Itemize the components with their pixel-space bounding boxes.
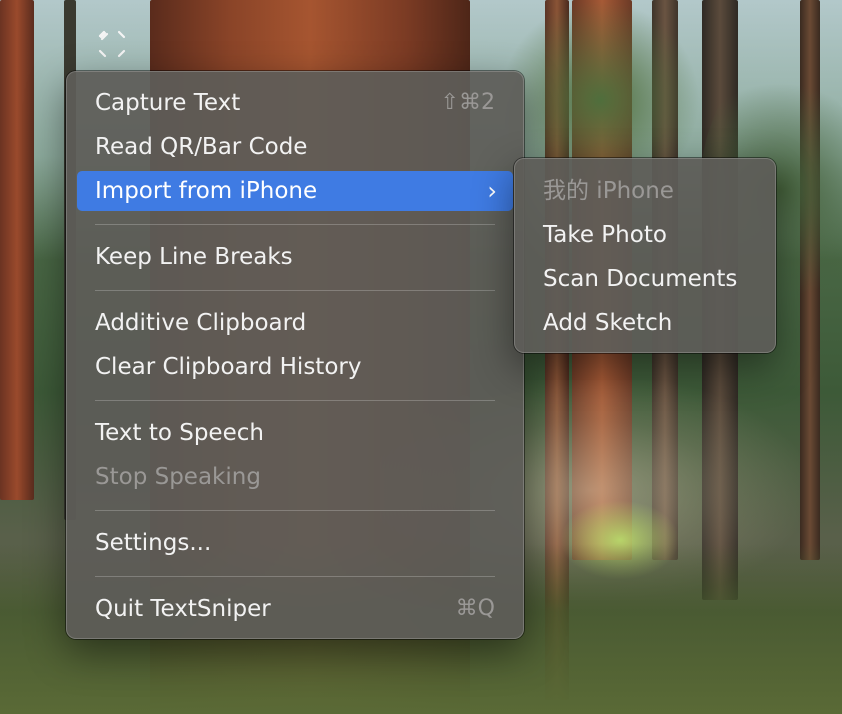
shortcut-shift-cmd-2: ⇧⌘2 xyxy=(440,90,495,115)
menu-separator xyxy=(95,576,495,577)
tree-trunk xyxy=(0,0,34,500)
text-capture-icon-svg xyxy=(98,30,126,58)
menu-item-label: Scan Documents xyxy=(543,266,738,292)
import-from-iphone-submenu: 我的 iPhone Take Photo Scan Documents Add … xyxy=(514,158,776,353)
text-capture-icon[interactable] xyxy=(96,28,128,60)
menu-item-label: Additive Clipboard xyxy=(95,310,307,336)
menu-separator xyxy=(95,224,495,225)
submenu-item-add-sketch[interactable]: Add Sketch xyxy=(523,303,767,343)
menu-item-label: Text to Speech xyxy=(95,420,264,446)
menu-separator xyxy=(95,400,495,401)
menu-item-additive-clipboard[interactable]: Additive Clipboard xyxy=(77,303,513,343)
submenu-item-device-name: 我的 iPhone xyxy=(523,171,767,211)
menu-item-label: Read QR/Bar Code xyxy=(95,134,308,160)
menu-item-label: Add Sketch xyxy=(543,310,673,336)
menu-item-text-to-speech[interactable]: Text to Speech xyxy=(77,413,513,453)
menu-item-label: 我的 iPhone xyxy=(543,178,674,204)
menu-item-label: Import from iPhone xyxy=(95,178,318,204)
textsniper-menu: Capture Text ⇧⌘2 Read QR/Bar Code Import… xyxy=(66,71,524,639)
submenu-item-take-photo[interactable]: Take Photo xyxy=(523,215,767,255)
menu-item-keep-line-breaks[interactable]: Keep Line Breaks xyxy=(77,237,513,277)
shortcut-cmd-q: ⌘Q xyxy=(455,596,495,621)
menu-item-capture-text[interactable]: Capture Text ⇧⌘2 xyxy=(77,83,513,123)
menu-item-label: Capture Text xyxy=(95,90,241,116)
menu-item-clear-clipboard-history[interactable]: Clear Clipboard History xyxy=(77,347,513,387)
menu-item-label: Take Photo xyxy=(543,222,667,248)
menu-item-settings[interactable]: Settings... xyxy=(77,523,513,563)
submenu-item-scan-documents[interactable]: Scan Documents xyxy=(523,259,767,299)
menu-separator xyxy=(95,290,495,291)
menu-item-quit-textsniper[interactable]: Quit TextSniper ⌘Q xyxy=(77,589,513,629)
menu-item-label: Keep Line Breaks xyxy=(95,244,293,270)
chevron-right-icon: › xyxy=(487,177,497,205)
menu-item-label: Quit TextSniper xyxy=(95,596,271,622)
menu-item-import-from-iphone[interactable]: Import from iPhone › xyxy=(77,171,513,211)
menu-item-stop-speaking: Stop Speaking xyxy=(77,457,513,497)
menu-item-label: Clear Clipboard History xyxy=(95,354,362,380)
menu-separator xyxy=(95,510,495,511)
menu-item-label: Stop Speaking xyxy=(95,464,261,490)
menu-item-read-qr-bar-code[interactable]: Read QR/Bar Code xyxy=(77,127,513,167)
menu-item-label: Settings... xyxy=(95,530,212,556)
desktop: Capture Text ⇧⌘2 Read QR/Bar Code Import… xyxy=(0,0,842,714)
